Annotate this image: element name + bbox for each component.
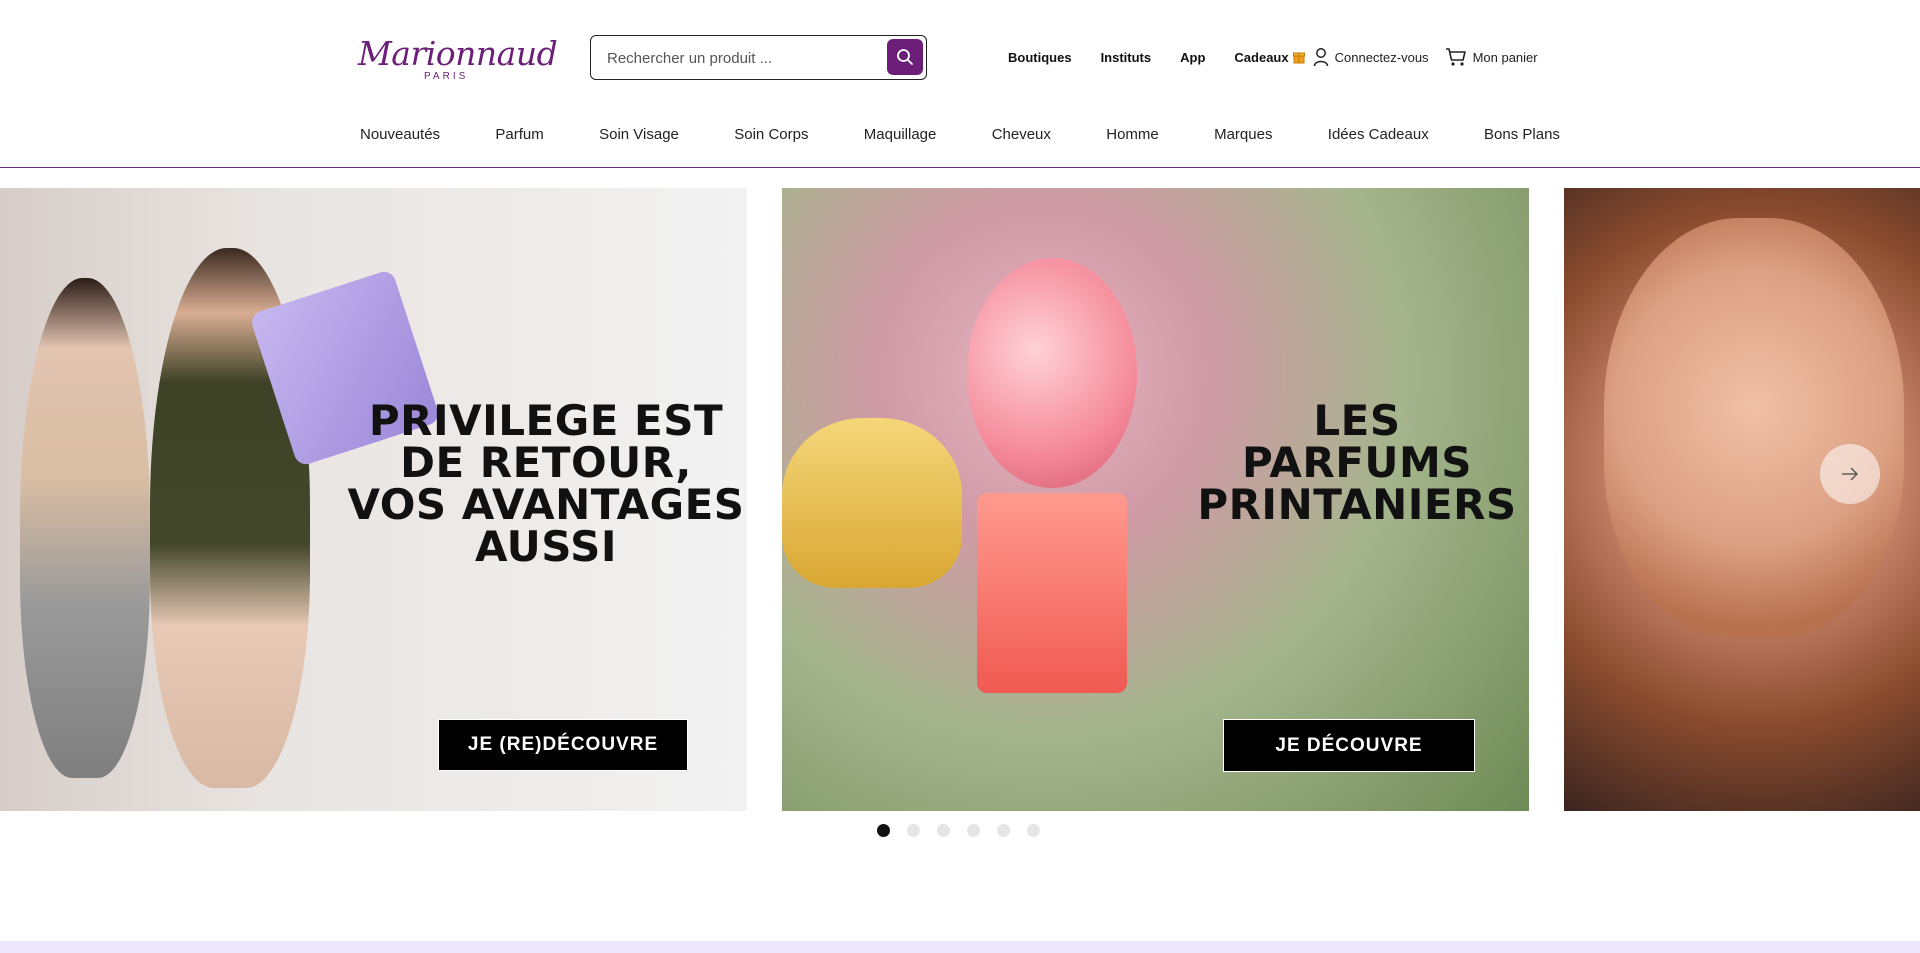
slide-headline: LES PARFUMS PRINTANIERS xyxy=(1197,396,1517,529)
nav-item-marques[interactable]: Marques xyxy=(1214,126,1272,143)
search-button[interactable] xyxy=(887,39,923,75)
woman-shopper-image xyxy=(20,278,150,778)
brand-subtitle: PARIS xyxy=(424,71,469,82)
nav-item-maquillage[interactable]: Maquillage xyxy=(864,126,937,143)
nav-item-bons-plans[interactable]: Bons Plans xyxy=(1484,126,1560,143)
search-input[interactable] xyxy=(607,46,877,70)
nav-item-homme[interactable]: Homme xyxy=(1106,126,1159,143)
cart-label: Mon panier xyxy=(1472,49,1538,65)
link-cadeaux[interactable]: Cadeaux xyxy=(1234,49,1305,65)
login-link[interactable]: Connectez-vous xyxy=(1313,47,1429,67)
brand-name: Marionnaud xyxy=(358,34,558,73)
woman-portrait-image xyxy=(1604,218,1904,638)
slide-headline: PRIVILEGE EST DE RETOUR, VOS AVANTAGES A… xyxy=(347,396,745,571)
user-icon xyxy=(1313,48,1328,67)
carousel-dot[interactable] xyxy=(877,824,890,837)
section-band xyxy=(0,941,1920,953)
apple-perfume-bottle-image xyxy=(967,258,1137,488)
arrow-right-icon xyxy=(1842,467,1858,481)
link-cadeaux-label: Cadeaux xyxy=(1234,49,1289,65)
gift-icon xyxy=(1292,52,1305,64)
hero-slide-portrait[interactable] xyxy=(1564,188,1920,811)
carousel-dots xyxy=(877,824,1040,837)
discover-button[interactable]: JE DÉCOUVRE xyxy=(1223,719,1475,772)
carousel-dot[interactable] xyxy=(1027,824,1040,837)
gold-perfume-bottle-image xyxy=(782,418,962,588)
carousel-next-button[interactable] xyxy=(1820,444,1880,504)
nav-item-idees-cadeaux[interactable]: Idées Cadeaux xyxy=(1328,126,1429,143)
hero-slide-privilege[interactable]: PRIVILEGE EST DE RETOUR, VOS AVANTAGES A… xyxy=(0,188,747,811)
nav-item-parfum[interactable]: Parfum xyxy=(495,126,543,143)
rediscover-button[interactable]: JE (RE)DÉCOUVRE xyxy=(438,719,688,771)
nav-item-soin-visage[interactable]: Soin Visage xyxy=(599,126,679,143)
carousel-dot[interactable] xyxy=(967,824,980,837)
search-box xyxy=(590,35,927,80)
carousel-dot[interactable] xyxy=(907,824,920,837)
carousel-dot[interactable] xyxy=(937,824,950,837)
nav-item-nouveautes[interactable]: Nouveautés xyxy=(360,126,440,143)
hero-slide-parfums[interactable]: LES PARFUMS PRINTANIERS JE DÉCOUVRE xyxy=(782,188,1529,811)
link-instituts[interactable]: Instituts xyxy=(1101,50,1152,65)
site-header: Marionnaud PARIS Boutiques Instituts App… xyxy=(0,0,1920,168)
cart-icon xyxy=(1445,48,1466,66)
link-boutiques[interactable]: Boutiques xyxy=(1008,50,1072,65)
main-nav: Nouveautés Parfum Soin Visage Soin Corps… xyxy=(360,126,1560,143)
carousel-dot[interactable] xyxy=(997,824,1010,837)
login-label: Connectez-vous xyxy=(1334,49,1429,65)
top-links: Boutiques Instituts App Cadeaux Connecte… xyxy=(1008,46,1538,68)
cart-link[interactable]: Mon panier xyxy=(1445,47,1538,67)
search-icon xyxy=(897,49,913,65)
nav-item-cheveux[interactable]: Cheveux xyxy=(992,126,1051,143)
brand-logo[interactable]: Marionnaud PARIS xyxy=(358,34,558,84)
nav-item-soin-corps[interactable]: Soin Corps xyxy=(734,126,808,143)
link-app[interactable]: App xyxy=(1180,50,1205,65)
red-perfume-bottle-image xyxy=(977,493,1127,693)
